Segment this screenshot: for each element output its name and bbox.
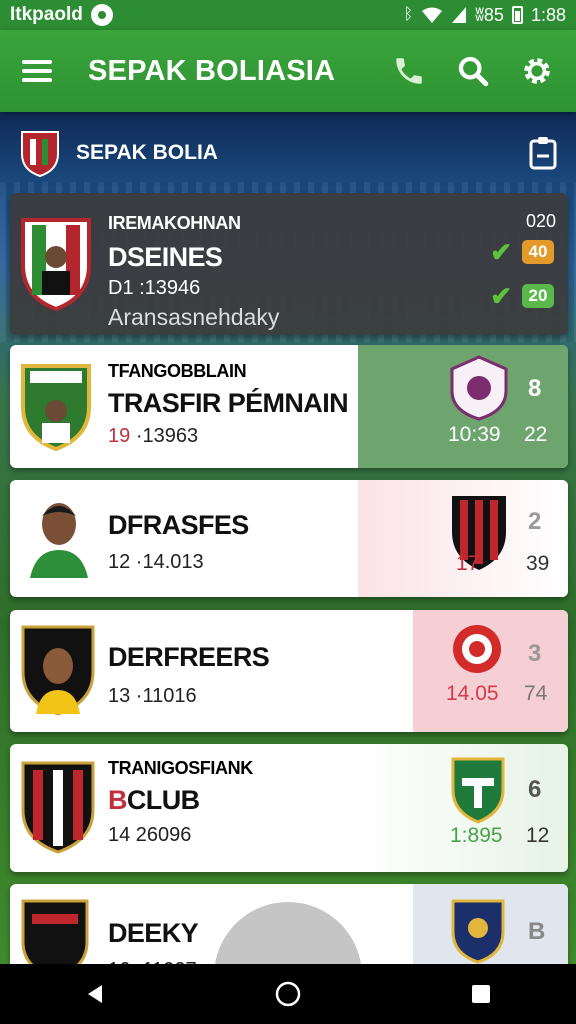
system-nav-bar bbox=[0, 964, 576, 1024]
opponent-crest-icon bbox=[453, 625, 501, 673]
card-subtitle: IREMAKOHNAN bbox=[108, 213, 241, 233]
signal-icon bbox=[452, 7, 467, 23]
card-number: 6 bbox=[528, 776, 542, 803]
opponent-crest-icon bbox=[451, 899, 505, 964]
count-badge: 20 bbox=[522, 284, 554, 308]
count-badge: 40 bbox=[522, 240, 554, 264]
app-bar: SEPAK BOLIASIA bbox=[0, 30, 576, 112]
card-number: 2 bbox=[528, 508, 542, 535]
card-date: 12 ·14.013 bbox=[108, 551, 204, 573]
home-icon[interactable] bbox=[275, 981, 301, 1007]
search-icon[interactable] bbox=[456, 54, 490, 88]
opponent-crest-icon bbox=[451, 757, 505, 824]
check-icon: ✔ bbox=[490, 281, 512, 311]
player-avatar bbox=[30, 503, 88, 578]
card-date: D1 :13946 bbox=[108, 277, 201, 299]
card-score: 12 bbox=[526, 824, 550, 847]
card-number: B bbox=[528, 918, 546, 945]
battery-text: ʬ85 bbox=[475, 4, 504, 25]
clipboard-icon[interactable] bbox=[528, 136, 558, 170]
card-score: 39 bbox=[526, 552, 550, 575]
card-title: TRASFIR PÉMNAIN bbox=[108, 388, 349, 418]
card-title: DEEKY bbox=[108, 918, 199, 948]
card-time: 10:39 bbox=[448, 423, 501, 446]
bluetooth-icon: ᛒ bbox=[403, 6, 414, 23]
section-title: SEPAK BOLIA bbox=[76, 141, 218, 164]
featured-transfer-card[interactable]: IREMAKOHNAN DSEINES D1 :13946 Aransasneh… bbox=[10, 193, 568, 335]
card-time: 17 bbox=[456, 552, 480, 575]
recents-icon[interactable] bbox=[470, 983, 492, 1005]
settings-icon[interactable] bbox=[520, 54, 554, 88]
card-number: 8 bbox=[528, 375, 542, 402]
club-crest-icon bbox=[21, 364, 91, 451]
club-crest-icon bbox=[21, 218, 91, 311]
transfer-card[interactable]: TFANGOBBLAIN TRASFIR PÉMNAIN 19 ·13963 8… bbox=[10, 345, 568, 468]
card-date: 14 26096 bbox=[108, 824, 192, 846]
club-crest-icon bbox=[21, 131, 59, 178]
card-subtitle: TFANGOBBLAIN bbox=[108, 361, 247, 381]
section-header: SEPAK BOLIA bbox=[0, 112, 576, 194]
check-icon: ✔ bbox=[490, 237, 512, 267]
wifi-icon bbox=[422, 7, 443, 23]
card-time: 1:895 bbox=[450, 824, 503, 847]
transfer-card[interactable]: DFRASFES 12 ·14.013 2 17 39 bbox=[10, 480, 568, 597]
transfer-card[interactable]: TRANIGOSFIANK BCLUB 14 26096 6 1:895 12 bbox=[10, 744, 568, 872]
card-title: DERFREERS bbox=[108, 642, 270, 672]
card-date-highlight: 19 bbox=[108, 425, 131, 447]
card-title: DSEINES bbox=[108, 242, 223, 272]
status-left-text: Itkpaold bbox=[10, 4, 83, 25]
player-avatar bbox=[21, 625, 95, 716]
card-number: 3 bbox=[528, 640, 542, 667]
card-date: 13 ·11016 bbox=[108, 685, 197, 707]
club-crest-icon bbox=[21, 761, 95, 854]
top-right-value: 020 bbox=[525, 211, 556, 231]
app-title: SEPAK BOLIASIA bbox=[88, 54, 336, 87]
card-description: Aransasnehdaky bbox=[108, 304, 280, 330]
soccer-ball-icon bbox=[90, 4, 113, 26]
clock: 1:88 bbox=[530, 4, 566, 25]
card-time: 14.05 bbox=[446, 682, 499, 705]
menu-icon[interactable] bbox=[22, 60, 52, 82]
opponent-crest-icon bbox=[450, 355, 508, 421]
phone-icon[interactable] bbox=[392, 54, 426, 88]
card-score: 22 bbox=[524, 423, 548, 446]
transfer-card[interactable]: DERFREERS 13 ·11016 3 14.05 74 bbox=[10, 610, 568, 732]
card-subtitle: TRANIGOSFIANK bbox=[108, 758, 253, 778]
battery-icon bbox=[511, 6, 523, 24]
card-date: ·13963 bbox=[135, 425, 199, 447]
card-title: DFRASFES bbox=[108, 510, 249, 540]
card-score: 74 bbox=[524, 682, 548, 705]
card-title: CLUB bbox=[126, 785, 200, 815]
status-bar: Itkpaold ᛒ ʬ85 1:88 bbox=[0, 0, 576, 30]
back-icon[interactable] bbox=[84, 983, 106, 1005]
card-title-highlight: B bbox=[108, 785, 128, 815]
